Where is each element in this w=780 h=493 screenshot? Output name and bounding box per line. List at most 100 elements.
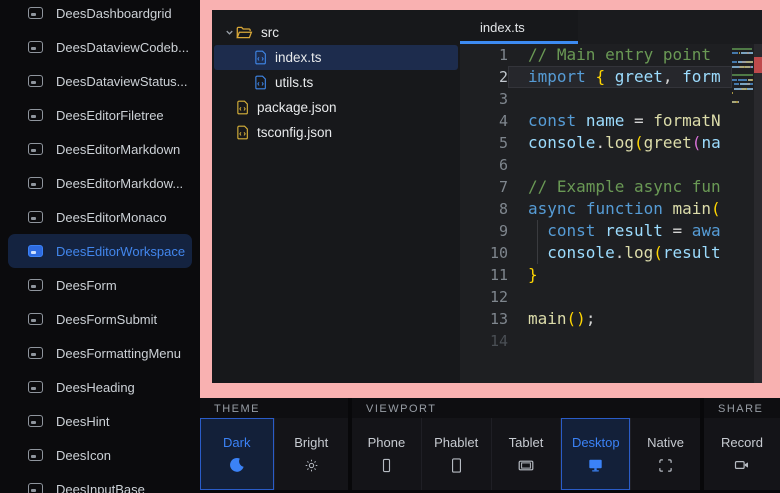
sidebar-item-deeshint[interactable]: DeesHint <box>8 404 192 438</box>
code-token: ( <box>711 199 721 218</box>
component-icon-inner <box>31 285 36 289</box>
tree-row-utils-ts[interactable]: utils.ts <box>214 70 458 95</box>
toolbar-buttons: Dark Bright <box>200 418 348 490</box>
minimap-line <box>732 70 754 72</box>
component-icon <box>28 279 43 291</box>
sidebar-item-label: DeesHint <box>56 414 109 429</box>
sidebar-item-deesheading[interactable]: DeesHeading <box>8 370 192 404</box>
phone-icon <box>379 457 394 473</box>
code-line-1[interactable]: 1// Main entry point <box>460 44 732 66</box>
sidebar-item-deesformsubmit[interactable]: DeesFormSubmit <box>8 302 192 336</box>
code-line-8[interactable]: 8async function main( <box>460 198 732 220</box>
sidebar-item-deesinputbase[interactable]: DeesInputBase <box>8 472 192 493</box>
minimap-line <box>732 66 754 68</box>
component-icon <box>28 245 43 257</box>
component-icon <box>28 347 43 359</box>
tree-row-index-ts[interactable]: index.ts <box>214 45 458 70</box>
code-line-9[interactable]: 9 const result = awa <box>460 220 732 242</box>
code-token: async <box>528 199 576 218</box>
code-token: . <box>595 133 605 152</box>
phone-button[interactable]: Phone <box>352 418 422 490</box>
line-number: 2 <box>460 66 508 88</box>
line-number: 8 <box>460 198 508 220</box>
code-line-5[interactable]: 5console.log(greet(na <box>460 132 732 154</box>
code-editor[interactable]: 1// Main entry point2import { greet, for… <box>460 44 762 383</box>
bright-button[interactable]: Bright <box>275 418 349 490</box>
line-content: console.log(result <box>508 242 732 264</box>
code-line-11[interactable]: 11} <box>460 264 732 286</box>
line-number: 11 <box>460 264 508 286</box>
code-token: const <box>547 221 595 240</box>
code-line-6[interactable]: 6 <box>460 154 732 176</box>
line-number: 9 <box>460 220 508 242</box>
sidebar-item-deesicon[interactable]: DeesIcon <box>8 438 192 472</box>
component-icon-inner <box>31 13 36 17</box>
sidebar-item-deeseditormarkdow[interactable]: DeesEditorMarkdow... <box>8 166 192 200</box>
tab-label: index.ts <box>480 20 525 35</box>
code-line-7[interactable]: 7// Example async fun <box>460 176 732 198</box>
code-line-12[interactable]: 12 <box>460 286 732 308</box>
component-icon-inner <box>31 251 36 255</box>
code-line-4[interactable]: 4const name = formatN <box>460 110 732 132</box>
code-line-14[interactable]: 14 <box>460 330 732 352</box>
minimap[interactable] <box>732 48 754 109</box>
sidebar-item-deeseditormarkdown[interactable]: DeesEditorMarkdown <box>8 132 192 166</box>
code-line-13[interactable]: 13main(); <box>460 308 732 330</box>
sidebar-item-deesdataviewstatus[interactable]: DeesDataviewStatus... <box>8 64 192 98</box>
component-icon-inner <box>31 47 36 51</box>
button-label: Bright <box>294 435 328 450</box>
sidebar-item-label: DeesFormattingMenu <box>56 346 181 361</box>
component-icon <box>28 415 43 427</box>
native-button[interactable]: Native <box>631 418 700 490</box>
toolbar-section-share: SHARERecord <box>704 398 780 490</box>
code-token: awa <box>692 221 721 240</box>
code-token: = <box>624 111 653 130</box>
desktop-button[interactable]: Desktop <box>561 418 631 490</box>
toolbar-section-theme: THEMEDarkBright <box>200 398 348 490</box>
code-line-2[interactable]: 2import { greet, form <box>460 66 732 88</box>
dark-button[interactable]: Dark <box>200 418 275 490</box>
sidebar-item-deeseditorfiletree[interactable]: DeesEditorFiletree <box>8 98 192 132</box>
sidebar-item-label: DeesForm <box>56 278 117 293</box>
component-icon-inner <box>31 217 36 221</box>
button-label: Native <box>647 435 684 450</box>
component-icon <box>28 211 43 223</box>
tree-item-label: src <box>261 25 279 40</box>
sidebar-item-deeseditorworkspace[interactable]: DeesEditorWorkspace <box>8 234 192 268</box>
sidebar-item-label: DeesDataviewCodeb... <box>56 40 189 55</box>
sidebar-item-deeseditormonaco[interactable]: DeesEditorMonaco <box>8 200 192 234</box>
phablet-button[interactable]: Phablet <box>422 418 492 490</box>
code-line-3[interactable]: 3 <box>460 88 732 110</box>
code-line-10[interactable]: 10 console.log(result <box>460 242 732 264</box>
code-token: console <box>547 243 614 262</box>
component-icon-inner <box>31 183 36 187</box>
minimap-segment <box>746 61 753 63</box>
tree-row-src[interactable]: src <box>214 20 458 45</box>
record-button[interactable]: Record <box>704 418 780 490</box>
button-label: Tablet <box>509 435 544 450</box>
tree-item-label: tsconfig.json <box>257 125 332 140</box>
editor-scrollbar[interactable] <box>754 44 762 383</box>
code-token <box>576 111 586 130</box>
tree-row-package-json[interactable]: package.json <box>214 95 458 120</box>
sidebar-item-deesdataviewcodeb[interactable]: DeesDataviewCodeb... <box>8 30 192 64</box>
sidebar-item-deesdashboardgrid[interactable]: DeesDashboardgrid <box>8 0 192 30</box>
line-content: console.log(greet(na <box>508 132 732 154</box>
code-token: { <box>595 67 605 86</box>
button-label: Phablet <box>434 435 478 450</box>
component-icon-inner <box>31 149 36 153</box>
tablet-button[interactable]: Tablet <box>492 418 562 490</box>
component-icon-inner <box>31 353 36 357</box>
line-number: 7 <box>460 176 508 198</box>
line-number: 4 <box>460 110 508 132</box>
sidebar-item-deesformattingmenu[interactable]: DeesFormattingMenu <box>8 336 192 370</box>
component-icon-inner <box>31 81 36 85</box>
tablet-icon <box>518 457 534 473</box>
sidebar-item-deesform[interactable]: DeesForm <box>8 268 192 302</box>
tab-index-ts[interactable]: index.ts <box>460 10 578 44</box>
tree-row-tsconfig-json[interactable]: tsconfig.json <box>214 120 458 145</box>
code-token <box>605 67 615 86</box>
component-icon <box>28 313 43 325</box>
minimap-segment <box>738 79 746 81</box>
chevron-down-icon[interactable] <box>222 27 236 38</box>
